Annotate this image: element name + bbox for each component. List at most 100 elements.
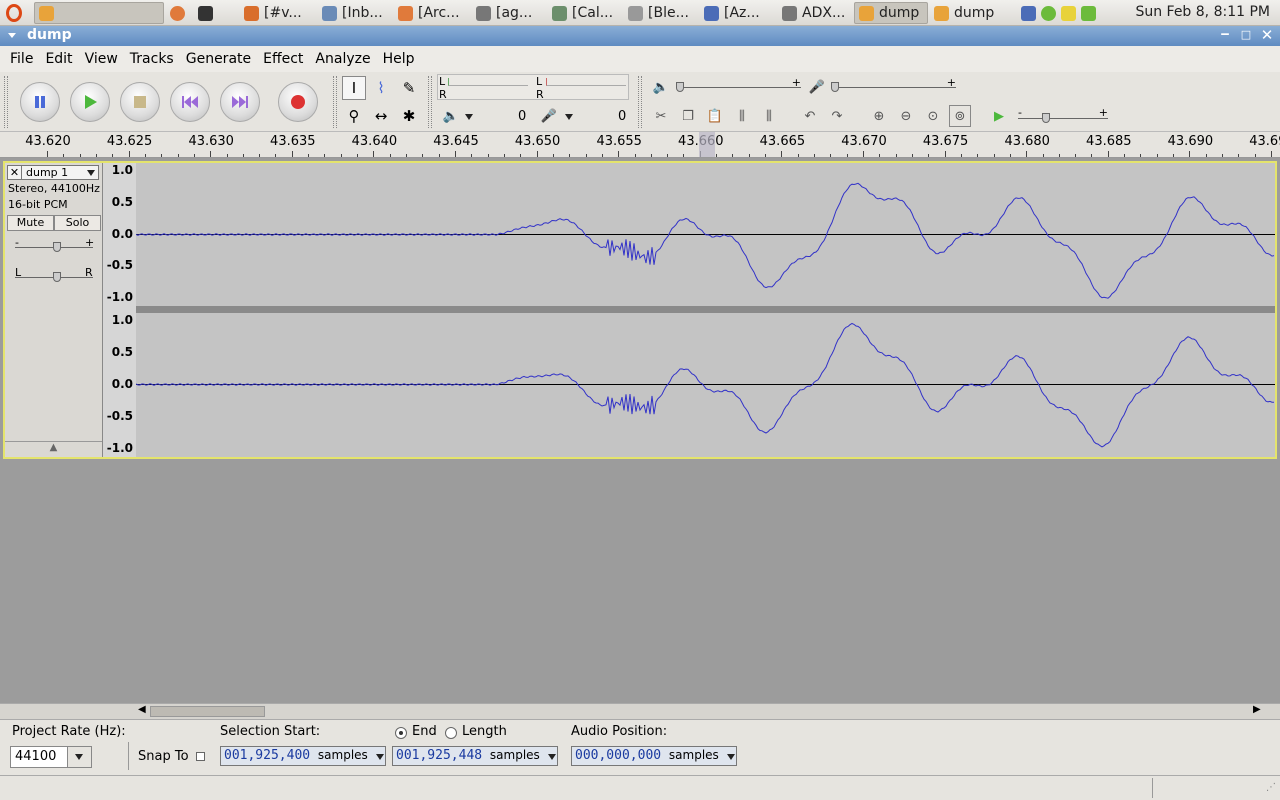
network-icon[interactable] bbox=[1021, 5, 1036, 21]
maximize-icon[interactable]: □ bbox=[1239, 28, 1253, 42]
toolbar-grip[interactable] bbox=[638, 76, 642, 128]
output-volume-slider[interactable]: + bbox=[676, 76, 801, 92]
redo-icon[interactable]: ↷ bbox=[826, 105, 848, 127]
play-speed-slider[interactable]: - + bbox=[1018, 106, 1108, 123]
end-radio[interactable] bbox=[395, 727, 407, 739]
amplitude-scale-label: 0.5 bbox=[111, 194, 133, 209]
scrollbar-thumb[interactable] bbox=[150, 706, 265, 717]
output-volume-icon: 🔈 bbox=[652, 79, 670, 95]
microphone-icon[interactable]: 🎤 bbox=[538, 105, 560, 127]
scroll-left-icon[interactable]: ◀ bbox=[138, 704, 146, 715]
menu-edit[interactable]: Edit bbox=[39, 51, 78, 67]
copy-icon[interactable]: ❐ bbox=[677, 105, 699, 127]
taskbar-window-button[interactable]: [Inb... bbox=[318, 2, 392, 24]
taskbar-window-button[interactable]: [Cal... bbox=[548, 2, 622, 24]
trim-icon[interactable]: ⫼ bbox=[731, 105, 753, 127]
taskbar-window-button[interactable]: [Ble... bbox=[624, 2, 698, 24]
zoom-tool-icon[interactable]: ⚲ bbox=[342, 104, 366, 128]
window-titlebar[interactable]: dump ‒ □ ✕ bbox=[0, 26, 1280, 46]
scroll-right-icon[interactable]: ▶ bbox=[1253, 704, 1261, 715]
gain-knob[interactable] bbox=[53, 242, 61, 252]
taskbar-window-button[interactable]: [ag... bbox=[472, 2, 546, 24]
paste-icon[interactable]: 📋 bbox=[704, 105, 726, 127]
toolbar-grip[interactable] bbox=[428, 76, 432, 128]
menu-file[interactable]: File bbox=[4, 51, 39, 67]
selection-end-field[interactable]: 001,925,448 samples bbox=[392, 746, 558, 766]
menu-analyze[interactable]: Analyze bbox=[309, 51, 376, 67]
pause-button[interactable] bbox=[20, 82, 60, 122]
gain-slider[interactable] bbox=[15, 242, 93, 252]
selection-start-field[interactable]: 001,925,400 samples bbox=[220, 746, 386, 766]
track-close-icon[interactable]: ✕ bbox=[8, 166, 22, 179]
input-volume-slider[interactable]: + bbox=[831, 76, 956, 92]
cut-icon[interactable]: ✂ bbox=[650, 105, 672, 127]
notes-icon[interactable] bbox=[1061, 5, 1076, 21]
horizontal-scrollbar[interactable]: ◀ ▶ bbox=[0, 703, 1280, 719]
ubuntu-menu-icon[interactable] bbox=[2, 2, 26, 24]
play-meter[interactable]: L R L R bbox=[437, 74, 629, 101]
status-icon[interactable] bbox=[1041, 5, 1056, 21]
resize-grip-icon[interactable]: ⋰ bbox=[1266, 782, 1276, 793]
multi-tool-icon[interactable]: ✱ bbox=[397, 104, 421, 128]
solo-button[interactable]: Solo bbox=[54, 215, 101, 231]
menu-effect[interactable]: Effect bbox=[257, 51, 309, 67]
output-volume-knob[interactable] bbox=[676, 82, 684, 92]
collapse-track-icon[interactable]: ▲ bbox=[5, 441, 102, 457]
battery-icon[interactable] bbox=[1081, 5, 1096, 21]
menu-tracks[interactable]: Tracks bbox=[124, 51, 180, 67]
audio-position-field[interactable]: 000,000,000 samples bbox=[571, 746, 737, 766]
toolbar-grip[interactable] bbox=[333, 76, 337, 128]
window-menu-icon[interactable] bbox=[8, 33, 16, 38]
clock[interactable]: Sun Feb 8, 8:11 PM bbox=[1135, 4, 1270, 20]
play-at-speed-icon[interactable]: ▶ bbox=[988, 105, 1010, 127]
stop-button[interactable] bbox=[120, 82, 160, 122]
taskbar-window-button[interactable]: [Arc... bbox=[394, 2, 470, 24]
workspace-switcher[interactable] bbox=[34, 2, 164, 24]
record-button[interactable] bbox=[278, 82, 318, 122]
terminal-launcher-icon[interactable] bbox=[194, 2, 218, 24]
app-icon bbox=[859, 5, 874, 21]
skip-start-button[interactable] bbox=[170, 82, 210, 122]
taskbar-window-button[interactable]: [Az... bbox=[700, 2, 776, 24]
audio-track[interactable]: ✕ dump 1 Stereo, 44100Hz 16-bit PCM Mute… bbox=[3, 161, 1277, 459]
menu-help[interactable]: Help bbox=[377, 51, 421, 67]
project-rate-combo[interactable]: 44100 bbox=[10, 746, 92, 768]
zoom-in-icon[interactable]: ⊕ bbox=[868, 105, 890, 127]
pan-knob[interactable] bbox=[53, 272, 61, 282]
toolbar-grip[interactable] bbox=[4, 76, 8, 128]
notification-area[interactable] bbox=[1017, 2, 1107, 24]
zoom-out-icon[interactable]: ⊖ bbox=[895, 105, 917, 127]
input-volume-knob[interactable] bbox=[831, 82, 839, 92]
track-area[interactable]: ✕ dump 1 Stereo, 44100Hz 16-bit PCM Mute… bbox=[0, 158, 1280, 703]
mute-button[interactable]: Mute bbox=[7, 215, 54, 231]
taskbar-window-button[interactable]: dump bbox=[930, 2, 1004, 24]
silence-icon[interactable]: ⫼ bbox=[758, 105, 780, 127]
taskbar-window-button[interactable]: [#v... bbox=[240, 2, 316, 24]
close-icon[interactable]: ✕ bbox=[1260, 28, 1274, 43]
undo-icon[interactable]: ↶ bbox=[799, 105, 821, 127]
waveform-display[interactable] bbox=[136, 163, 1275, 457]
menu-view[interactable]: View bbox=[79, 51, 124, 67]
timeline-ruler[interactable]: 43.620 43.625 43.630 43.635 43.640 43.645 43.6… bbox=[0, 132, 1280, 158]
fit-project-icon[interactable]: ⊚ bbox=[949, 105, 971, 127]
record-meter-dropdown[interactable] bbox=[565, 114, 573, 120]
play-speed-knob[interactable] bbox=[1042, 113, 1050, 123]
taskbar-window-button[interactable]: dump bbox=[854, 2, 928, 24]
play-button[interactable] bbox=[70, 82, 110, 122]
timeshift-tool-icon[interactable]: ↔ bbox=[369, 104, 393, 128]
menu-generate[interactable]: Generate bbox=[180, 51, 257, 67]
length-radio[interactable] bbox=[445, 727, 457, 739]
draw-tool-icon[interactable]: ✎ bbox=[397, 76, 421, 100]
skip-end-button[interactable] bbox=[220, 82, 260, 122]
fit-selection-icon[interactable]: ⊙ bbox=[922, 105, 944, 127]
play-meter-dropdown[interactable] bbox=[465, 114, 473, 120]
envelope-tool-icon[interactable]: ⌇ bbox=[369, 76, 393, 100]
selection-tool-icon[interactable]: I bbox=[342, 76, 366, 100]
taskbar-window-button[interactable]: ADX... bbox=[778, 2, 852, 24]
firefox-launcher-icon[interactable] bbox=[166, 2, 190, 24]
pan-slider[interactable] bbox=[15, 272, 93, 282]
speaker-icon[interactable]: 🔈 bbox=[440, 105, 462, 127]
minimize-icon[interactable]: ‒ bbox=[1218, 28, 1232, 42]
snap-to-checkbox[interactable] bbox=[196, 752, 205, 761]
track-name-dropdown[interactable]: ✕ dump 1 bbox=[7, 165, 99, 180]
